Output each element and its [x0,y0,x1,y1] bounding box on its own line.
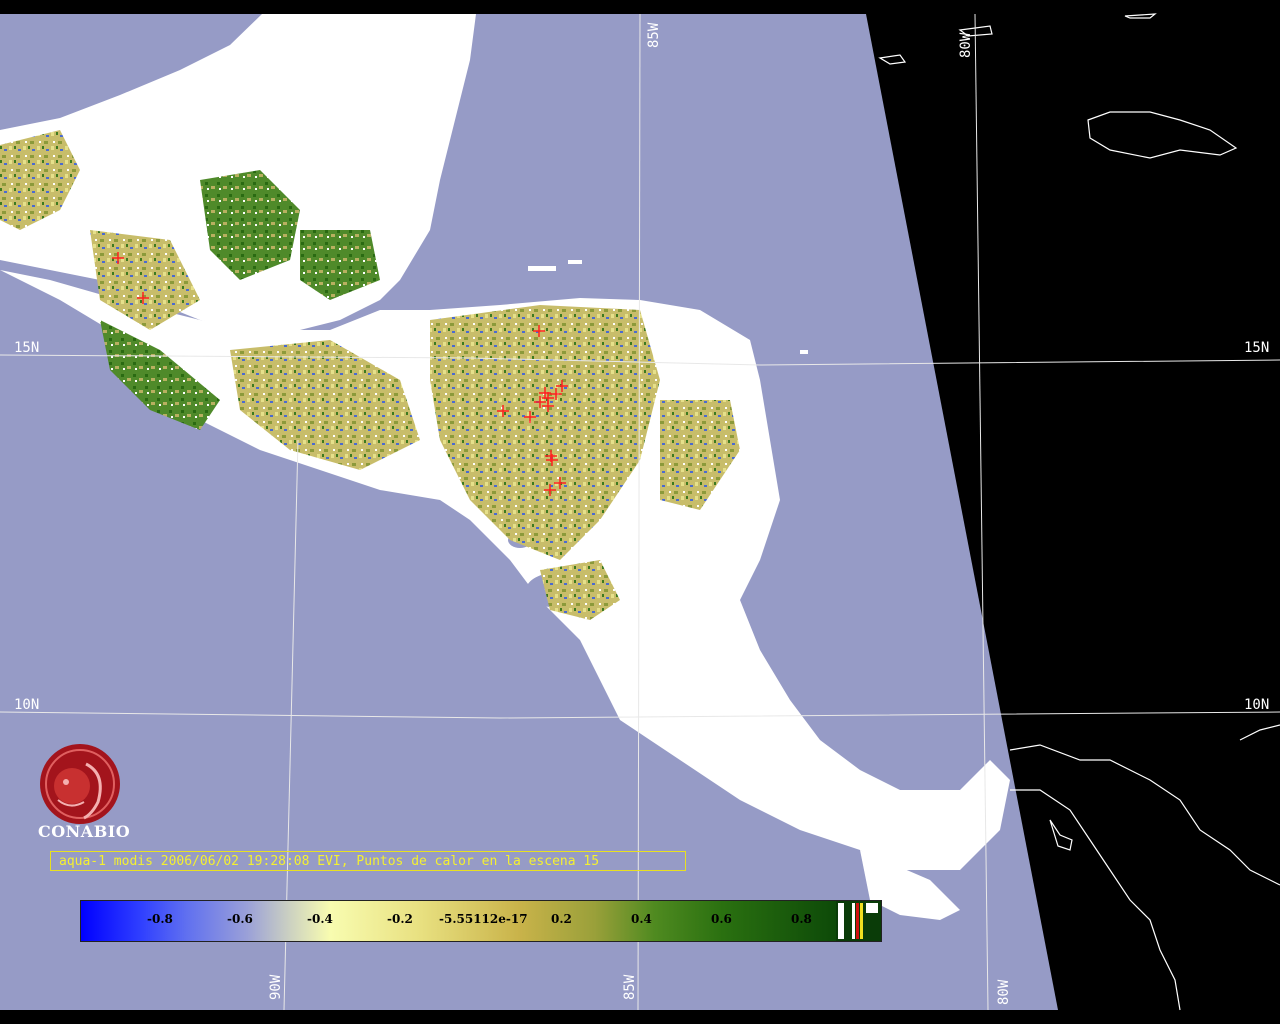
lon-label-80w-top: 80W [958,32,974,58]
colorbar-tick: -0.2 [387,912,413,926]
lon-label-90w-bottom: 90W [268,974,284,1000]
lat-label-15n-right: 15N [1244,340,1270,356]
colorbar-tick: -0.8 [147,912,173,926]
colorbar-tail [836,901,881,941]
colorbar-tick: 0.8 [791,912,812,926]
colorbar-tick: -5.55112e-17 [439,912,528,926]
evi-colorbar: -0.8 -0.6 -0.4 -0.2 -5.55112e-17 0.2 0.4… [80,900,882,942]
colorbar-tick: 0.2 [551,912,572,926]
colorbar-tick: -0.6 [227,912,253,926]
lat-label-15n: 15N [14,340,40,356]
lon-label-85w-bottom: 85W [622,974,638,1000]
lon-label-80w-bottom: 80W [996,979,1012,1005]
colorbar-tick: 0.6 [711,912,732,926]
colorbar-tick: 0.4 [631,912,652,926]
scene-caption: aqua-1 modis 2006/06/02 19:28:08 EVI, Pu… [50,851,686,871]
lat-label-10n-right: 10N [1244,697,1270,713]
lon-label-85w-top: 85W [646,22,662,48]
conabio-logo-text: CONABIO [38,822,131,841]
lat-label-10n: 10N [14,697,40,713]
colorbar-tick: -0.4 [307,912,333,926]
